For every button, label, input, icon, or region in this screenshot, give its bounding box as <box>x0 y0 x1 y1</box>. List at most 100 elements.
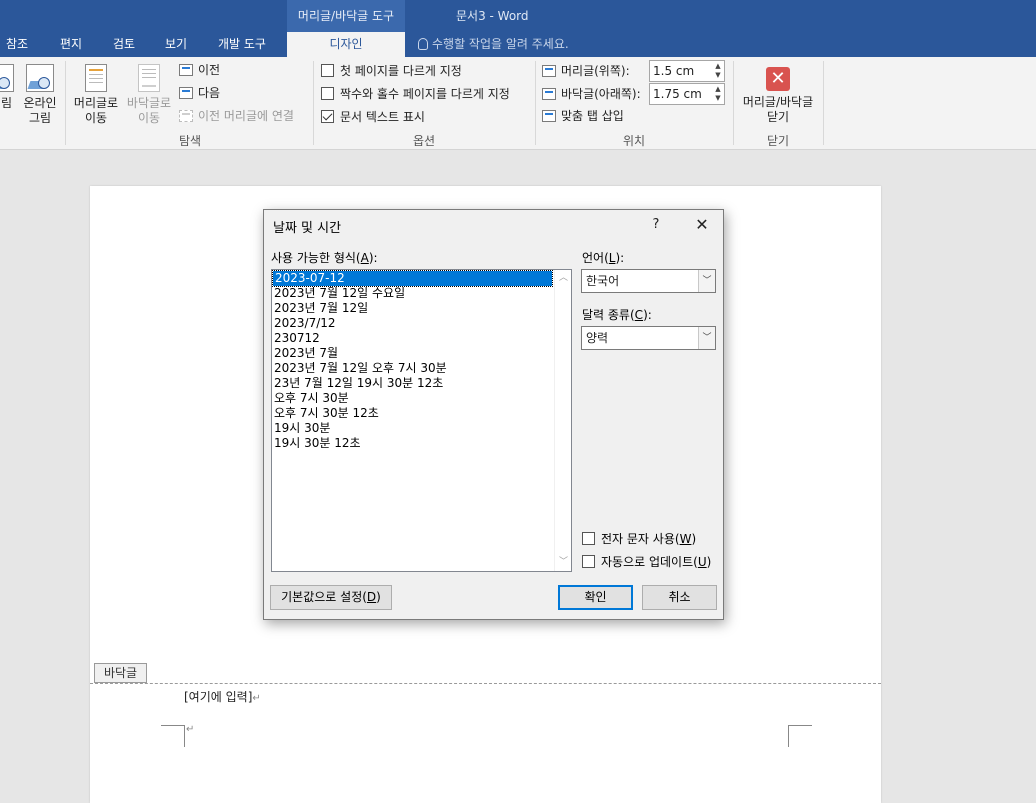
picture-icon <box>0 64 14 92</box>
format-list-item[interactable]: 19시 30분 <box>272 421 571 436</box>
auto-update-option[interactable]: 자동으로 업데이트(U) <box>582 553 711 571</box>
online-picture-icon <box>26 64 54 92</box>
chevron-down-icon[interactable]: ﹀ <box>698 327 715 349</box>
use-fullwidth-label: 전자 문자 사용( <box>601 532 680 546</box>
goto-header-button[interactable]: 머리글로 이동 <box>70 64 122 126</box>
different-first-page-checkbox[interactable] <box>321 64 334 77</box>
close-icon: ✕ <box>766 67 790 91</box>
formats-list: 2023-07-12 2023년 7월 12일 수요일 2023년 7월 12일 20… <box>272 270 571 451</box>
footer-from-bottom-input[interactable]: 1.75 cm ▲ ▼ <box>649 83 725 105</box>
set-default-key: D <box>366 590 377 604</box>
footer-placeholder[interactable]: [여기에 입력]↵ <box>184 688 261 705</box>
picture-button[interactable]: 림 <box>0 64 14 111</box>
tell-me-text: 수행할 작업을 알려 주세요. <box>432 37 569 51</box>
ribbon: 림 온라인 그림 머리글로 이동 바닥글로 이동 이전 다음 이전 머리글에 연… <box>0 57 1036 150</box>
header-doc-icon <box>85 64 107 92</box>
paragraph-mark-icon: ↵ <box>252 693 261 704</box>
format-list-item[interactable]: 23년 7월 12일 19시 30분 12초 <box>272 376 571 391</box>
format-list-item[interactable]: 2023년 7월 12일 수요일 <box>272 286 571 301</box>
formats-label-key: A <box>360 251 369 265</box>
format-list-item[interactable]: 오후 7시 30분 12초 <box>272 406 571 421</box>
close-header-footer-button[interactable]: ✕ 머리글/바닥글 닫기 <box>736 67 820 125</box>
footer-from-bottom-label: 바닥글(아래쪽): <box>561 87 641 101</box>
show-document-text-option[interactable]: 문서 텍스트 표시 <box>321 107 425 127</box>
tab-view[interactable]: 보기 <box>165 32 187 57</box>
footer-boundary-line <box>90 683 881 684</box>
spin-arrows-icon[interactable]: ▲ ▼ <box>714 85 722 103</box>
footer-placeholder-text: [여기에 입력] <box>184 690 253 704</box>
next-button[interactable]: 다음 <box>179 83 220 103</box>
formats-scrollbar[interactable]: ︿ ﹀ <box>554 270 571 571</box>
footer-doc-icon <box>138 64 160 92</box>
set-default-label: 기본값으로 설정( <box>281 590 367 604</box>
format-list-item[interactable]: 2023년 7월 12일 오후 7시 30분 <box>272 361 571 376</box>
auto-update-checkbox[interactable] <box>582 555 595 568</box>
footer-from-bottom-row: 바닥글(아래쪽): <box>542 83 641 105</box>
different-first-page-option[interactable]: 첫 페이지를 다르게 지정 <box>321 61 462 81</box>
lightbulb-icon <box>418 38 428 50</box>
scroll-up-icon[interactable]: ︿ <box>555 270 571 287</box>
link-previous-button[interactable]: 이전 머리글에 연결 <box>179 106 294 126</box>
tab-review[interactable]: 검토 <box>113 32 135 57</box>
previous-section-icon <box>179 64 193 76</box>
auto-update-key: U <box>697 555 707 569</box>
spin-arrows-icon[interactable]: ▲ ▼ <box>714 62 722 80</box>
use-fullwidth-key: W <box>679 532 692 546</box>
footer-position-icon <box>542 88 556 100</box>
tab-design[interactable]: 디자인 <box>287 32 405 57</box>
set-default-button[interactable]: 기본값으로 설정(D) <box>270 585 392 610</box>
format-list-item[interactable]: 2023-07-12 <box>272 270 553 287</box>
help-icon[interactable]: ? <box>648 215 664 235</box>
header-from-top-input[interactable]: 1.5 cm ▲ ▼ <box>649 60 725 82</box>
group-divider <box>823 61 824 145</box>
navigation-group-label: 탐색 <box>178 134 202 148</box>
position-group-label: 위치 <box>622 134 646 148</box>
use-fullwidth-checkbox[interactable] <box>582 532 595 545</box>
date-time-dialog: 날짜 및 시간 ? ✕ 사용 가능한 형식(A): 2023-07-12 2023… <box>263 209 724 620</box>
formats-listbox[interactable]: 2023-07-12 2023년 7월 12일 수요일 2023년 7월 12일 20… <box>271 269 572 572</box>
tab-mailings[interactable]: 편지 <box>60 32 82 57</box>
calendar-select[interactable]: 양력 ﹀ <box>581 326 716 350</box>
close-group-label: 닫기 <box>766 134 790 148</box>
format-list-item[interactable]: 2023년 7월 <box>272 346 571 361</box>
language-select[interactable]: 한국어 ﹀ <box>581 269 716 293</box>
formats-label: 사용 가능한 형식(A): <box>271 251 378 265</box>
tab-developer[interactable]: 개발 도구 <box>218 32 266 57</box>
chevron-down-icon[interactable]: ﹀ <box>698 270 715 292</box>
format-list-item[interactable]: 2023년 7월 12일 <box>272 301 571 316</box>
calendar-label-key: C <box>634 308 644 322</box>
goto-footer-button[interactable]: 바닥글로 이동 <box>123 64 175 126</box>
language-label-key: L <box>608 251 616 265</box>
language-value: 한국어 <box>586 274 620 288</box>
language-label-text: 언어( <box>582 251 609 265</box>
link-icon <box>179 110 193 122</box>
tab-references[interactable]: 참조 <box>6 32 28 57</box>
picture-label: 림 <box>0 96 12 110</box>
format-list-item[interactable]: 19시 30분 12초 <box>272 436 571 451</box>
insert-alignment-tab-button[interactable]: 맞춤 탭 삽입 <box>542 106 624 126</box>
header-from-top-label: 머리글(위쪽): <box>561 64 630 78</box>
scroll-down-icon[interactable]: ﹀ <box>555 554 571 571</box>
language-label: 언어(L): <box>582 251 625 265</box>
use-fullwidth-option[interactable]: 전자 문자 사용(W) <box>582 530 696 548</box>
context-tab-title: 머리글/바닥글 도구 <box>287 0 405 32</box>
format-list-item[interactable]: 2023/7/12 <box>272 316 571 331</box>
dialog-title: 날짜 및 시간 <box>273 221 342 236</box>
different-odd-even-checkbox[interactable] <box>321 87 334 100</box>
format-list-item[interactable]: 오후 7시 30분 <box>272 391 571 406</box>
format-list-item[interactable]: 230712 <box>272 331 571 346</box>
formats-label-text: 사용 가능한 형식( <box>271 251 361 265</box>
ok-button[interactable]: 확인 <box>558 585 633 610</box>
close-icon[interactable]: ✕ <box>692 215 712 235</box>
options-group-label: 옵션 <box>412 134 436 148</box>
header-from-top-value: 1.5 cm <box>653 64 695 78</box>
next-label: 다음 <box>198 86 221 100</box>
tell-me-search[interactable]: 수행할 작업을 알려 주세요. <box>418 32 569 57</box>
header-from-top-row: 머리글(위쪽): <box>542 60 630 82</box>
footer-from-bottom-value: 1.75 cm <box>653 87 702 101</box>
cancel-button[interactable]: 취소 <box>642 585 717 610</box>
previous-button[interactable]: 이전 <box>179 60 220 80</box>
different-odd-even-option[interactable]: 짝수와 홀수 페이지를 다르게 지정 <box>321 84 510 104</box>
show-document-text-checkbox[interactable] <box>321 110 334 123</box>
online-picture-button[interactable]: 온라인 그림 <box>20 64 60 126</box>
